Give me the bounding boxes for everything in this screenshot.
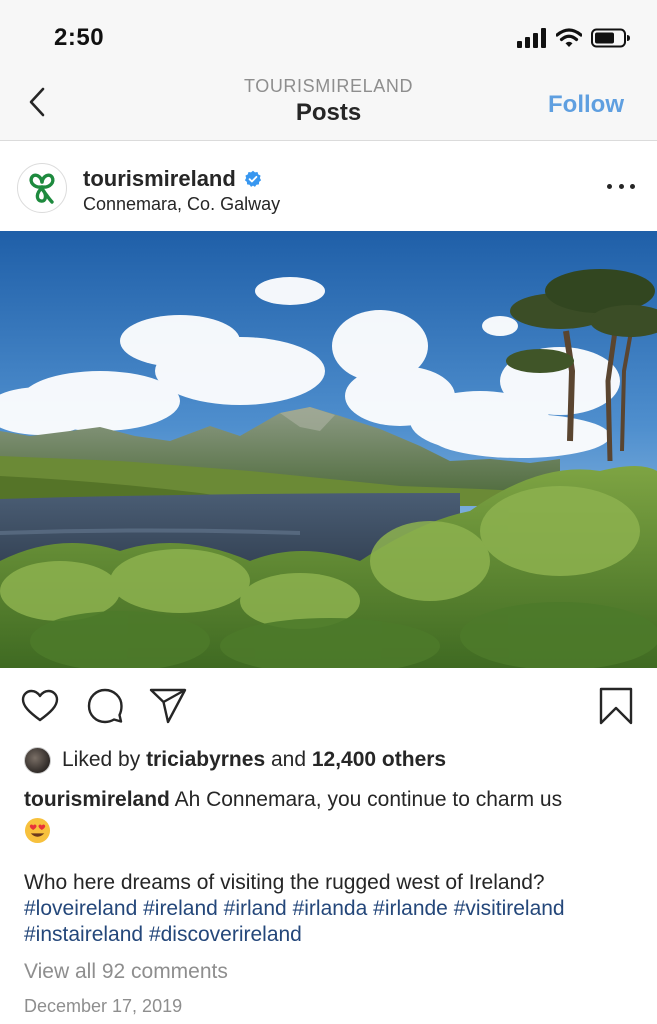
caption: tourismireland Ah Connemara, you continu… xyxy=(24,787,639,851)
post-header: tourismireland Connemara, Co. Galway xyxy=(0,141,657,231)
avatar[interactable] xyxy=(17,163,67,213)
bookmark-button[interactable] xyxy=(596,686,636,726)
like-button[interactable] xyxy=(20,686,60,726)
hashtag-link[interactable]: #discoverireland xyxy=(149,923,302,946)
heart-eyes-icon xyxy=(24,817,51,844)
likes-others[interactable]: 12,400 others xyxy=(312,748,446,772)
post-date: December 17, 2019 xyxy=(24,996,183,1016)
battery-icon xyxy=(591,28,630,48)
shamrock-logo xyxy=(29,173,55,204)
hashtag-link[interactable]: #irland xyxy=(224,897,287,920)
caption-question: Who here dreams of visiting the rugged w… xyxy=(24,871,545,894)
post-username[interactable]: tourismireland xyxy=(83,166,236,192)
follow-button[interactable]: Follow xyxy=(548,91,624,119)
verified-badge-icon xyxy=(244,170,261,187)
caption-text: Ah Connemara, you continue to charm us xyxy=(174,788,563,811)
hashtag-link[interactable]: #irlande xyxy=(373,897,448,920)
more-dots-icon xyxy=(607,183,612,189)
caption-body: Who here dreams of visiting the rugged w… xyxy=(24,870,644,948)
hashtag-link[interactable]: #loveireland xyxy=(24,897,137,920)
hashtag-link[interactable]: #visitireland xyxy=(454,897,565,920)
status-time: 2:50 xyxy=(54,24,105,51)
username-row: tourismireland xyxy=(83,166,262,192)
caption-username[interactable]: tourismireland xyxy=(24,788,170,811)
liker-username[interactable]: triciabyrnes xyxy=(146,748,265,772)
more-options-button[interactable] xyxy=(607,176,635,196)
share-button[interactable] xyxy=(148,686,188,726)
landscape-photo xyxy=(0,231,657,668)
status-bar: 2:50 xyxy=(0,0,657,64)
comment-icon xyxy=(87,688,123,724)
heart-eyes-emoji xyxy=(24,817,51,851)
wifi-icon xyxy=(556,28,582,47)
comment-button[interactable] xyxy=(85,686,125,726)
likes-joiner: and xyxy=(270,748,307,771)
heart-icon xyxy=(21,689,59,722)
likes-row: Liked by triciabyrnes and 12,400 others xyxy=(24,746,446,774)
nav-header: TOURISMIRELAND Posts Follow xyxy=(0,64,657,141)
bookmark-icon xyxy=(599,687,633,725)
view-comments-link[interactable]: View all 92 comments xyxy=(24,960,228,984)
liker-avatar[interactable] xyxy=(24,746,51,774)
hashtag-link[interactable]: #ireland xyxy=(143,897,218,920)
hashtag-link[interactable]: #instaireland xyxy=(24,923,143,946)
likes-prefix: Liked by xyxy=(62,748,141,771)
signal-icon xyxy=(517,28,546,48)
hashtag-link[interactable]: #irlanda xyxy=(293,897,368,920)
status-icons xyxy=(517,27,631,49)
hashtag-list: #loveireland #ireland #irland #irlanda #… xyxy=(24,896,644,948)
post-image[interactable] xyxy=(0,231,657,668)
action-row xyxy=(0,668,657,746)
post-location[interactable]: Connemara, Co. Galway xyxy=(83,194,280,215)
share-icon xyxy=(149,688,187,724)
